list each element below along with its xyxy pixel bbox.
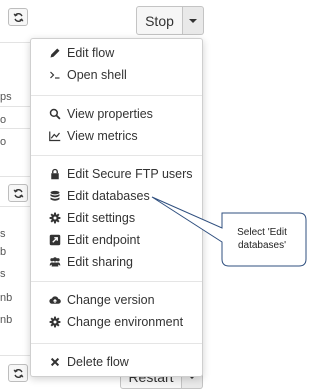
- callout-text: Select 'Edit databases': [220, 226, 304, 252]
- callout-line: databases': [237, 240, 287, 251]
- callout-shape: [151, 196, 307, 267]
- callout-line: Select 'Edit: [237, 227, 287, 238]
